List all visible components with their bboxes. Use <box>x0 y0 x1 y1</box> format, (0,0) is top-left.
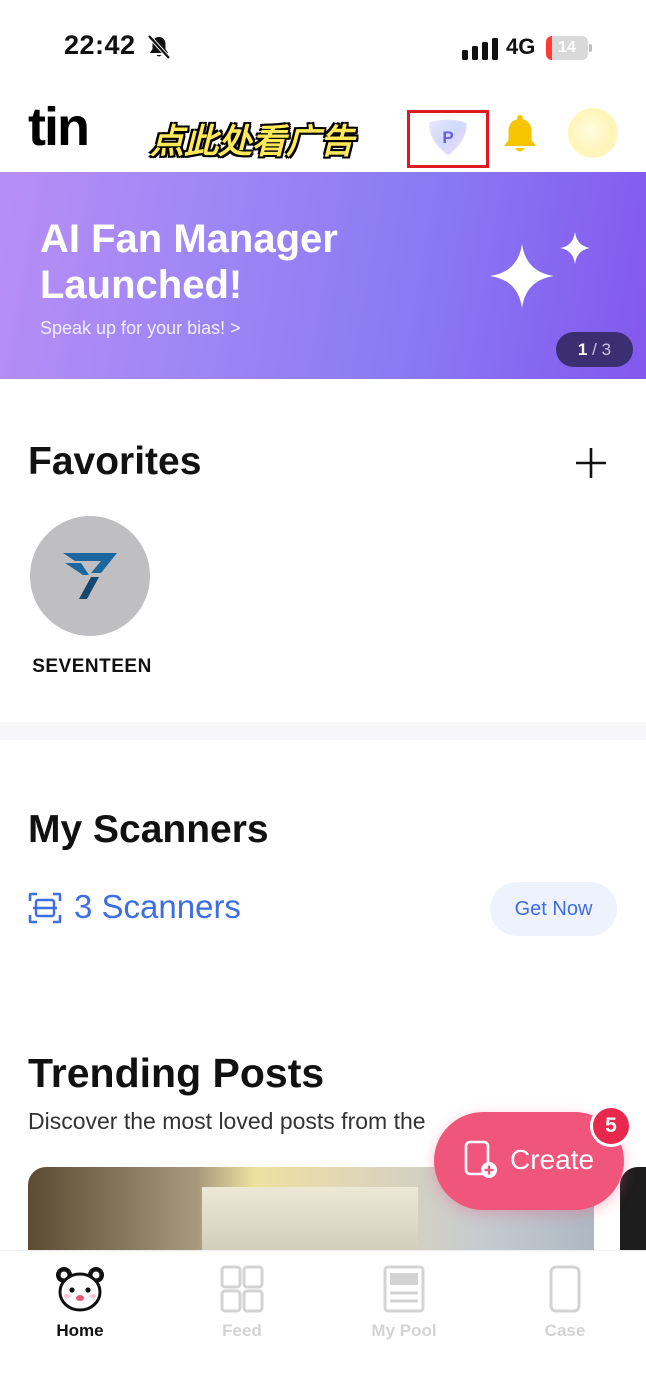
scanner-count[interactable]: 3 Scanners <box>74 888 241 926</box>
banner-subtitle[interactable]: Speak up for your bias! > <box>40 318 241 339</box>
nav-item-my-pool[interactable]: My Pool <box>344 1265 464 1341</box>
pool-icon <box>383 1265 425 1313</box>
nav-label-case: Case <box>544 1321 586 1340</box>
nav-label-my-pool: My Pool <box>371 1321 437 1340</box>
premium-badge-icon: P <box>429 119 467 156</box>
banner-title: AI Fan Manager Launched! <box>40 217 338 307</box>
artist-avatar <box>30 516 150 636</box>
scanners-title: My Scanners <box>28 808 269 851</box>
battery-icon: 14 <box>546 36 592 60</box>
get-now-button[interactable]: Get Now <box>490 882 617 936</box>
pager-separator: / <box>592 340 597 359</box>
scanner-icon <box>28 892 62 924</box>
pager-total: 3 <box>601 340 612 359</box>
notification-bell-icon[interactable] <box>500 114 540 156</box>
bell-muted-icon <box>147 34 171 60</box>
network-type: 4G <box>506 34 536 59</box>
favorite-label: SEVENTEEN <box>32 656 152 677</box>
bear-icon <box>56 1267 104 1312</box>
bottom-nav: Home Feed My Pool Case <box>0 1250 646 1400</box>
create-label: Create <box>510 1144 595 1175</box>
status-time: 22:42 <box>64 30 136 60</box>
nav-item-feed[interactable]: Feed <box>182 1265 302 1341</box>
favorite-item-seventeen[interactable]: SEVENTEEN <box>30 516 154 677</box>
seventeen-logo-icon <box>63 553 117 599</box>
user-avatar[interactable] <box>568 108 618 158</box>
ad-prompt-text[interactable]: 点此处看广告 <box>150 114 354 163</box>
pager-current: 1 <box>577 340 588 359</box>
create-post-icon <box>464 1140 497 1178</box>
section-divider <box>0 722 646 740</box>
create-count-badge: 5 <box>590 1105 632 1147</box>
sparkle-icon <box>490 232 590 308</box>
nav-label-home: Home <box>56 1321 104 1340</box>
status-bar: 22:42 4G 14 <box>0 0 646 96</box>
phone-case-icon <box>549 1265 581 1313</box>
favorites-title: Favorites <box>28 440 202 483</box>
grid-icon <box>220 1265 264 1313</box>
trending-subtitle: Discover the most loved posts from the <box>28 1108 426 1134</box>
post-thumbnail <box>202 1187 418 1252</box>
trending-title: Trending Posts <box>28 1050 325 1096</box>
app-logo: tin <box>28 97 90 157</box>
nav-item-case[interactable]: Case <box>505 1265 625 1341</box>
premium-letter: P <box>442 128 453 147</box>
nav-item-home[interactable]: Home <box>20 1265 140 1341</box>
app-header: tin 点此处看广告 P <box>0 96 646 172</box>
nav-label-feed: Feed <box>222 1321 262 1340</box>
add-favorite-icon[interactable] <box>574 446 608 480</box>
promo-banner[interactable]: AI Fan Manager Launched! Speak up for yo… <box>0 172 646 379</box>
signal-icon <box>462 38 498 60</box>
premium-button[interactable]: P <box>407 110 489 168</box>
trending-post-card[interactable] <box>620 1167 646 1252</box>
banner-pager: 1 / 3 <box>556 332 633 367</box>
battery-level: 14 <box>558 39 576 56</box>
